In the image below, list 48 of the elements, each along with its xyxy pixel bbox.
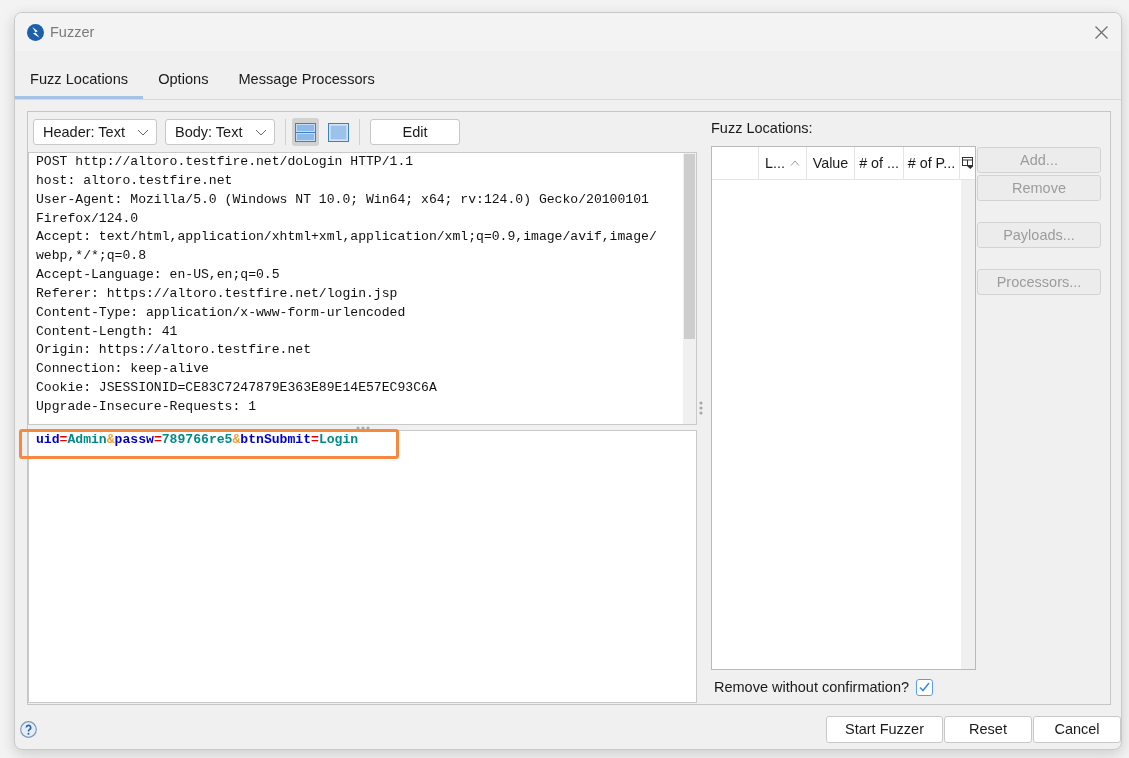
tab[interactable]: Options xyxy=(143,61,224,99)
column-header[interactable]: Value xyxy=(807,147,855,179)
code-line: Accept-Language: en-US,en;q=0.5 xyxy=(36,266,280,285)
column-chooser-icon[interactable] xyxy=(961,157,974,169)
stacked-panes-icon xyxy=(295,122,316,142)
help-icon[interactable] xyxy=(20,720,37,738)
app-icon xyxy=(27,23,44,41)
column-header[interactable]: # of ... xyxy=(855,147,904,179)
code-line: POST http://altoro.testfire.net/doLogin HTTP/1.1 xyxy=(36,153,414,171)
code-line: host: altoro.testfire.net xyxy=(36,171,233,190)
scrollbar-thumb[interactable] xyxy=(684,154,695,339)
check-icon xyxy=(919,682,931,692)
format-dropdown[interactable]: Header: Text xyxy=(33,119,157,145)
request-header-editor[interactable] xyxy=(28,152,697,425)
dialog-button[interactable]: Reset xyxy=(944,715,1032,743)
column-header[interactable]: L... xyxy=(759,147,807,179)
column-header[interactable]: # of P... xyxy=(904,147,960,179)
edit-button[interactable]: Edit xyxy=(370,119,460,145)
single-pane-icon xyxy=(328,122,349,142)
dialog-button[interactable]: Start Fuzzer xyxy=(826,715,943,743)
code-line: Referer: https://altoro.testfire.net/login.jsp xyxy=(36,284,398,303)
code-line: webp,*/*;q=0.8 xyxy=(36,247,146,266)
code-line: Cookie: JSESSIONID=CE83C7247879E363E89E14E57EC93C6A xyxy=(36,379,437,398)
code-line: Upgrade-Insecure-Requests: 1 xyxy=(36,397,256,416)
grip-icon[interactable] xyxy=(699,401,703,415)
code-line: Connection: keep-alive xyxy=(36,360,209,379)
view-toggle-button[interactable] xyxy=(292,118,319,146)
section-label: Fuzz Locations: xyxy=(711,119,813,137)
body-text: uid=Admin&passw=789766re5&btnSubmit=Login xyxy=(36,431,359,449)
code-line: Content-Length: 41 xyxy=(36,322,178,341)
code-line: Firefox/124.0 xyxy=(36,209,139,228)
scrollbar-track[interactable] xyxy=(683,153,696,424)
tab[interactable]: Message Processors xyxy=(223,61,390,99)
format-dropdown[interactable]: Body: Text xyxy=(165,119,275,145)
close-icon[interactable] xyxy=(1095,25,1108,39)
grip-icon[interactable] xyxy=(355,425,370,430)
code-line: User-Agent: Mozilla/5.0 (Windows NT 10.0; Win64; x64; rv:124.0) Gecko/20100101 xyxy=(36,190,649,209)
checkbox[interactable] xyxy=(916,678,934,696)
dialog-button[interactable]: Cancel xyxy=(1033,715,1121,743)
chevron-down-icon xyxy=(255,128,267,136)
checkbox-label: Remove without confirmation? xyxy=(714,679,910,695)
code-line: Accept: text/html,application/xhtml+xml,application/xml;q=0.9,image/avif,image/ xyxy=(36,228,657,247)
code-line: Origin: https://altoro.testfire.net xyxy=(36,341,311,360)
window-title: Fuzzer xyxy=(50,24,95,40)
code-line: Content-Type: application/x-www-form-urlencoded xyxy=(36,303,406,322)
chevron-down-icon xyxy=(137,128,149,136)
sort-up-icon xyxy=(789,160,800,166)
tab[interactable]: Fuzz Locations xyxy=(15,61,144,99)
